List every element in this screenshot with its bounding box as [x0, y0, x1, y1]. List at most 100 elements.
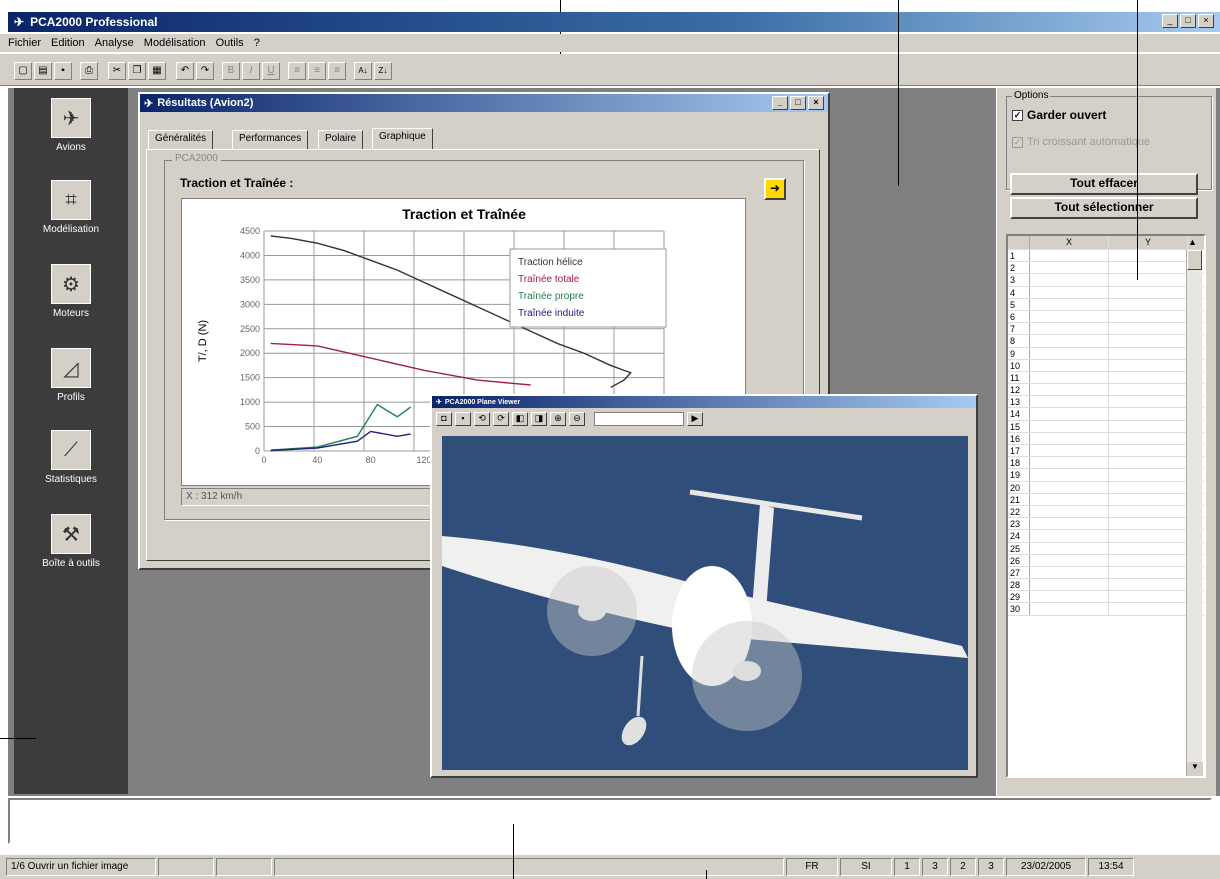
cell-x[interactable] — [1030, 445, 1109, 457]
cell-x[interactable] — [1030, 335, 1109, 347]
cell-x[interactable] — [1030, 396, 1109, 408]
align-left-icon[interactable]: ≡ — [288, 62, 306, 80]
minimize-button[interactable]: _ — [1162, 14, 1178, 28]
play-icon[interactable]: ▶ — [687, 412, 703, 426]
cell-x[interactable] — [1030, 579, 1109, 591]
table-row[interactable]: 11 — [1008, 371, 1204, 385]
cell-x[interactable] — [1030, 432, 1109, 444]
maximize-icon[interactable]: □ — [790, 96, 806, 110]
cell-y[interactable] — [1109, 396, 1188, 408]
open-icon[interactable]: ▤ — [34, 62, 52, 80]
cell-y[interactable] — [1109, 347, 1188, 359]
cell-y[interactable] — [1109, 298, 1188, 310]
close-button[interactable]: × — [1198, 14, 1214, 28]
table-row[interactable]: 17 — [1008, 445, 1204, 458]
menu-help[interactable]: ? — [254, 37, 260, 49]
sort-asc-icon[interactable]: A↓ — [354, 62, 372, 80]
view-icon[interactable]: ◨ — [531, 412, 547, 426]
table-row[interactable]: 22 — [1008, 505, 1204, 519]
next-arrow-button[interactable]: ➜ — [764, 178, 786, 200]
table-row[interactable]: 21 — [1008, 493, 1204, 506]
sort-desc-icon[interactable]: Z↓ — [374, 62, 392, 80]
cell-y[interactable] — [1109, 505, 1188, 518]
save-icon[interactable]: ▪ — [455, 412, 471, 426]
table-row[interactable]: 16 — [1008, 432, 1204, 445]
cell-y[interactable] — [1109, 481, 1188, 493]
cell-y[interactable] — [1109, 579, 1188, 591]
minimize-icon[interactable]: _ — [772, 96, 788, 110]
cell-x[interactable] — [1030, 250, 1109, 262]
print-icon[interactable]: ⎙ — [80, 62, 98, 80]
paste-icon[interactable]: ▦ — [148, 62, 166, 80]
table-row[interactable]: 30 — [1008, 603, 1204, 616]
maximize-button[interactable]: □ — [1180, 14, 1196, 28]
sidebar-item-statistiques[interactable]: ⟋ Statistiques — [14, 430, 128, 485]
align-right-icon[interactable]: ≡ — [328, 62, 346, 80]
keep-open-checkbox-row[interactable]: ✓ Garder ouvert — [1012, 108, 1106, 122]
menu-outils[interactable]: Outils — [216, 37, 244, 49]
redo-icon[interactable]: ↷ — [196, 62, 214, 80]
cell-y[interactable] — [1109, 371, 1188, 384]
camera-icon[interactable]: ◘ — [436, 412, 452, 426]
table-row[interactable]: 7 — [1008, 323, 1204, 336]
table-row[interactable]: 9 — [1008, 347, 1204, 360]
cell-x[interactable] — [1030, 359, 1109, 371]
cell-x[interactable] — [1030, 481, 1109, 493]
sidebar-item-modelisation[interactable]: ⌗ Modélisation — [14, 180, 128, 235]
table-row[interactable]: 25 — [1008, 542, 1204, 555]
table-row[interactable]: 14 — [1008, 408, 1204, 421]
cell-y[interactable] — [1109, 274, 1188, 286]
table-row[interactable]: 19 — [1008, 469, 1204, 482]
underline-button[interactable]: U — [262, 62, 280, 80]
table-row[interactable]: 3 — [1008, 274, 1204, 287]
cell-x[interactable] — [1030, 591, 1109, 603]
cell-y[interactable] — [1109, 457, 1188, 469]
view-icon[interactable]: ◧ — [512, 412, 528, 426]
bold-button[interactable]: B — [222, 62, 240, 80]
cell-x[interactable] — [1030, 493, 1109, 505]
close-icon[interactable]: × — [808, 96, 824, 110]
table-row[interactable]: 26 — [1008, 554, 1204, 567]
cell-y[interactable] — [1109, 603, 1188, 615]
table-row[interactable]: 15 — [1008, 420, 1204, 433]
table-row[interactable]: 18 — [1008, 457, 1204, 470]
italic-button[interactable]: I — [242, 62, 260, 80]
undo-icon[interactable]: ↶ — [176, 62, 194, 80]
table-row[interactable]: 1 — [1008, 250, 1204, 263]
cell-x[interactable] — [1030, 286, 1109, 298]
cell-y[interactable] — [1109, 530, 1188, 542]
cell-x[interactable] — [1030, 542, 1109, 554]
cell-x[interactable] — [1030, 554, 1109, 566]
cell-y[interactable] — [1109, 445, 1188, 457]
menu-analyse[interactable]: Analyse — [95, 37, 134, 49]
grid-col-x[interactable]: X — [1030, 236, 1109, 249]
cell-y[interactable] — [1109, 250, 1188, 262]
sidebar-item-avions[interactable]: ✈ Avions — [14, 98, 128, 153]
auto-sort-checkbox[interactable]: ✓ — [1012, 136, 1023, 148]
menu-edition[interactable]: Edition — [51, 37, 85, 49]
cell-y[interactable] — [1109, 420, 1188, 432]
table-row[interactable]: 13 — [1008, 396, 1204, 409]
clear-all-button[interactable]: Tout effacer — [1010, 173, 1198, 195]
table-row[interactable]: 24 — [1008, 530, 1204, 543]
scroll-down-icon[interactable]: ▼ — [1187, 762, 1203, 776]
cell-x[interactable] — [1030, 274, 1109, 286]
grid-col-y[interactable]: Y — [1109, 236, 1188, 249]
menu-fichier[interactable]: Fichier — [8, 37, 41, 49]
cell-x[interactable] — [1030, 603, 1109, 615]
cut-icon[interactable]: ✂ — [108, 62, 126, 80]
scroll-up-icon[interactable]: ▲ — [1188, 236, 1204, 249]
cell-y[interactable] — [1109, 566, 1188, 579]
table-row[interactable]: 29 — [1008, 591, 1204, 604]
new-icon[interactable]: ▢ — [14, 62, 32, 80]
rotate-icon[interactable]: ⟳ — [493, 412, 509, 426]
cell-y[interactable] — [1109, 359, 1188, 371]
select-all-button[interactable]: Tout sélectionner — [1010, 197, 1198, 219]
table-row[interactable]: 28 — [1008, 579, 1204, 592]
tab-polaire[interactable]: Polaire — [318, 130, 364, 150]
copy-icon[interactable]: ❐ — [128, 62, 146, 80]
table-row[interactable]: 27 — [1008, 566, 1204, 580]
sidebar-item-boite-a-outils[interactable]: ⚒ Boîte à outils — [14, 514, 128, 569]
sidebar-item-moteurs[interactable]: ⚙ Moteurs — [14, 264, 128, 319]
save-icon[interactable]: ▪ — [54, 62, 72, 80]
